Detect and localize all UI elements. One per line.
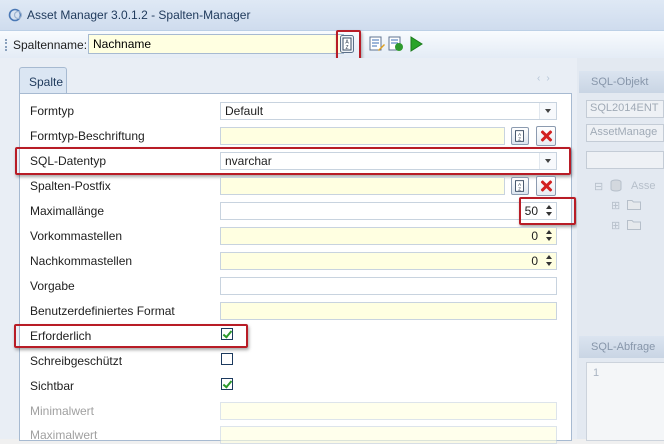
tab-spalte[interactable]: Spalte: [19, 67, 67, 94]
maximalwert-label: Maximalwert: [30, 428, 98, 442]
minimalwert-field[interactable]: [220, 402, 557, 420]
folder-icon: [627, 220, 641, 230]
sql-datentyp-value: nvarchar: [225, 154, 272, 168]
erforderlich-label: Erforderlich: [30, 329, 92, 343]
app-logo-icon: [8, 8, 23, 22]
spin-arrows-icon[interactable]: [544, 229, 554, 243]
schreibgeschuetzt-label: Schreibgeschützt: [30, 354, 123, 368]
clear-postfix-icon[interactable]: [536, 176, 556, 196]
formtyp-label: Formtyp: [30, 104, 75, 118]
tree-expand-icon[interactable]: ⊞: [611, 199, 620, 212]
formtyp-select[interactable]: Default: [220, 102, 557, 120]
schreibgeschuetzt-checkbox[interactable]: [221, 353, 233, 365]
column-picker-icon[interactable]: A Z: [340, 35, 354, 53]
benutzerdefiniertes-format-field[interactable]: [220, 302, 557, 320]
vorkommastellen-label: Vorkommastellen: [30, 229, 123, 243]
minimalwert-label: Minimalwert: [30, 404, 95, 418]
chevron-down-icon[interactable]: [539, 103, 556, 119]
clear-beschriftung-icon[interactable]: [536, 126, 556, 146]
svg-text:Z: Z: [345, 45, 348, 51]
svg-text:Z: Z: [518, 186, 521, 191]
server-select[interactable]: SQL2014ENT: [586, 100, 664, 118]
tree-collapse-icon[interactable]: ⊟: [594, 180, 603, 193]
erforderlich-checkbox[interactable]: [221, 328, 233, 340]
sichtbar-checkbox[interactable]: [221, 378, 233, 390]
formtyp-value: Default: [225, 104, 264, 118]
refresh-list-icon[interactable]: [388, 36, 404, 52]
svg-text:Z: Z: [518, 136, 521, 141]
title-bar: Asset Manager 3.0.1.2 - Spalten-Manager: [0, 0, 664, 30]
tab-scroll-arrows[interactable]: ‹›: [537, 73, 556, 84]
edit-list-icon[interactable]: [369, 36, 385, 52]
benutzerdefiniertes-format-label: Benutzerdefiniertes Format: [30, 304, 175, 318]
vorgabe-field[interactable]: [220, 277, 557, 295]
spalten-postfix-field[interactable]: [220, 177, 505, 195]
spin-arrows-icon[interactable]: [544, 204, 554, 218]
line-number: 1: [593, 367, 600, 379]
sichtbar-label: Sichtbar: [30, 379, 75, 393]
sql-query-editor[interactable]: 1: [586, 362, 664, 441]
filter-field[interactable]: [586, 151, 664, 169]
vorkommastellen-stepper[interactable]: 0: [220, 227, 557, 245]
column-name-input[interactable]: [88, 34, 344, 54]
maximallaenge-stepper[interactable]: 50: [220, 202, 557, 220]
formtyp-beschriftung-field[interactable]: [220, 127, 505, 145]
text-picker-icon[interactable]: A Z: [511, 127, 529, 145]
folder-icon: [627, 200, 641, 210]
toolbar-grip[interactable]: [5, 39, 9, 51]
sql-datentyp-label: SQL-Datentyp: [30, 154, 107, 168]
nachkommastellen-value: 0: [531, 254, 538, 268]
column-name-label: Spaltenname:: [13, 38, 88, 52]
toolbar: Spaltenname: A Z: [0, 30, 664, 60]
vorgabe-label: Vorgabe: [30, 279, 75, 293]
sql-datentyp-select[interactable]: nvarchar: [220, 152, 557, 170]
tab-spalte-label: Spalte: [29, 75, 64, 89]
maximallaenge-label: Maximallänge: [30, 204, 105, 218]
spin-arrows-icon[interactable]: [544, 254, 554, 268]
run-icon[interactable]: [408, 36, 424, 52]
tree-item-label[interactable]: Asse: [631, 180, 655, 192]
chevron-down-icon[interactable]: [539, 153, 556, 169]
sql-query-header: SQL-Abfrage: [579, 336, 664, 358]
formtyp-beschriftung-label: Formtyp-Beschriftung: [30, 129, 145, 143]
nachkommastellen-label: Nachkommastellen: [30, 254, 133, 268]
window-title: Asset Manager 3.0.1.2 - Spalten-Manager: [27, 8, 251, 22]
database-icon: [610, 179, 622, 192]
maximalwert-field[interactable]: [220, 426, 557, 444]
database-select[interactable]: AssetManage: [586, 124, 664, 142]
tree-expand-icon[interactable]: ⊞: [611, 219, 620, 232]
text-picker-icon[interactable]: A Z: [511, 177, 529, 195]
nachkommastellen-stepper[interactable]: 0: [220, 252, 557, 270]
maximallaenge-value: 50: [524, 204, 538, 218]
spalten-postfix-label: Spalten-Postfix: [30, 179, 111, 193]
vorkommastellen-value: 0: [531, 229, 538, 243]
sql-object-header: SQL-Objekt: [579, 71, 664, 93]
